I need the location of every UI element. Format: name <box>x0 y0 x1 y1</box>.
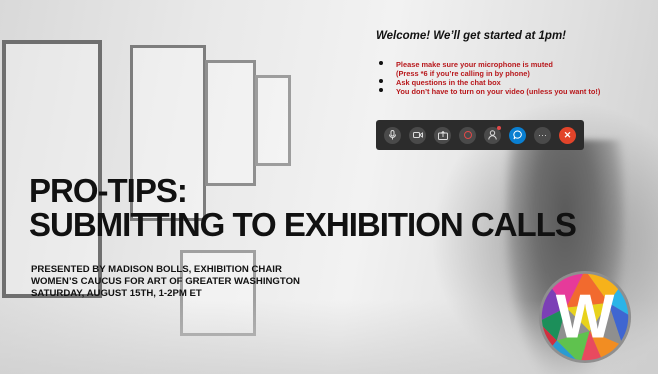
logo-letter: W <box>556 283 615 352</box>
more-icon[interactable]: ··· <box>534 126 551 144</box>
share-screen-icon[interactable] <box>434 126 451 144</box>
chat-icon[interactable] <box>509 126 526 144</box>
instructions-list: Please make sure your microphone is mute… <box>376 60 600 96</box>
participants-icon[interactable] <box>484 125 501 144</box>
notification-badge <box>497 125 501 130</box>
video-icon[interactable] <box>409 126 426 144</box>
bullet-icon <box>379 61 383 65</box>
end-call-icon[interactable]: ✕ <box>559 126 576 144</box>
page-title: PRO-TIPS: SUBMITTING TO EXHIBITION CALLS <box>29 172 577 243</box>
record-dot <box>463 131 472 139</box>
bullet-icon <box>379 88 383 92</box>
gallery-frame <box>255 75 291 166</box>
presenter-info: PRESENTED BY MADISON BOLLS, EXHIBITION C… <box>31 264 300 299</box>
gallery-frame <box>2 40 102 298</box>
bullet-icon <box>379 79 383 83</box>
meeting-toolbar: ··· ✕ <box>376 120 584 150</box>
instruction-item: Ask questions in the chat box <box>376 78 600 87</box>
slide: Welcome! We’ll get started at 1pm! Pleas… <box>0 0 658 374</box>
instruction-item: (Press *6 if you’re calling in by phone) <box>396 69 530 78</box>
wca-logo: W <box>538 270 632 364</box>
welcome-message: Welcome! We’ll get started at 1pm! <box>376 30 567 42</box>
instruction-item: You don’t have to turn on your video (un… <box>376 87 600 96</box>
gallery-frame <box>205 60 256 186</box>
microphone-icon[interactable] <box>384 126 401 144</box>
instruction-item: Please make sure your microphone is mute… <box>376 60 600 69</box>
record-icon[interactable] <box>459 126 476 144</box>
